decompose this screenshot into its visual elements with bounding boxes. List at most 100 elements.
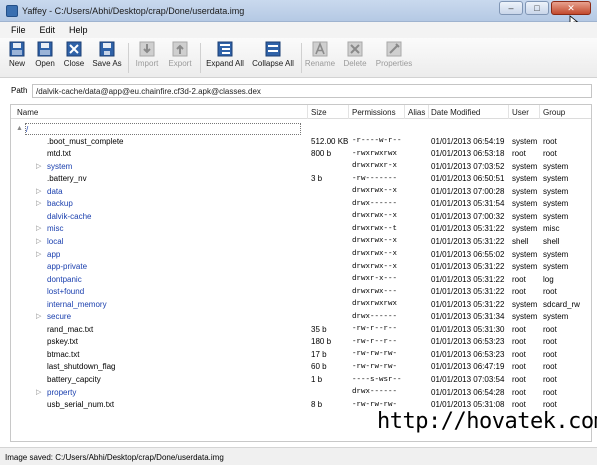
close-button[interactable]: Close: [61, 41, 87, 75]
folder-name[interactable]: data: [47, 186, 63, 198]
size-cell: 8 b: [311, 400, 323, 410]
column-header-group[interactable]: Group: [543, 108, 565, 117]
folder-name[interactable]: property: [47, 387, 76, 399]
expand-arrow-icon[interactable]: ▷: [36, 200, 42, 208]
menu-edit[interactable]: Edit: [34, 22, 62, 38]
collapse-arrow-icon[interactable]: ▲: [16, 125, 23, 133]
table-row[interactable]: dontpanic drwxr-x--- 01/01/2013 05:31:22 ro…: [11, 274, 591, 287]
table-row[interactable]: ▷ app drwxrwx--x 01/01/2013 06:55:02 system s…: [11, 249, 591, 262]
table-row[interactable]: last_shutdown_flag 60 b -rw-rw-rw- 01/01/20…: [11, 361, 591, 374]
folder-name[interactable]: dontpanic: [47, 274, 82, 286]
file-name[interactable]: pskey.txt: [47, 336, 78, 348]
file-name[interactable]: mtd.txt: [47, 148, 71, 160]
date-modified-cell: 01/01/2013 06:53:23: [431, 349, 505, 359]
table-row[interactable]: ▷ property drwx------ 01/01/2013 06:54:28 ro…: [11, 387, 591, 400]
file-name[interactable]: .boot_must_complete: [47, 136, 124, 148]
folder-name[interactable]: local: [47, 236, 63, 248]
table-row[interactable]: ▷ local drwxrwx--x 01/01/2013 05:31:22 shell…: [11, 236, 591, 249]
file-tree-table[interactable]: Name Size Permissions Alias Date Modifie…: [10, 104, 592, 442]
folder-name[interactable]: backup: [47, 198, 73, 210]
table-row[interactable]: ▷ system drwxrwxr-x 01/01/2013 07:03:52 syst…: [11, 161, 591, 174]
open-icon: [37, 41, 53, 57]
import-button[interactable]: Import: [133, 41, 161, 75]
folder-name[interactable]: dalvik-cache: [47, 211, 91, 223]
permissions-cell: -rw-rw-rw-: [352, 350, 398, 359]
table-row[interactable]: .battery_nv 3 b -rw------- 01/01/2013 06:50…: [11, 173, 591, 186]
table-row[interactable]: internal_memory drwxrwxrwx 01/01/2013 05:3…: [11, 299, 591, 312]
user-cell: root: [512, 400, 526, 410]
table-row[interactable]: ▷ secure drwx------ 01/01/2013 05:31:34 syst…: [11, 311, 591, 324]
column-header-date-modified[interactable]: Date Modified: [431, 108, 480, 117]
column-header-user[interactable]: User: [512, 108, 529, 117]
column-separator[interactable]: [428, 105, 429, 119]
table-row[interactable]: app-private drwxrwx--x 01/01/2013 05:31:22…: [11, 261, 591, 274]
file-name[interactable]: rand_mac.txt: [47, 324, 93, 336]
table-row[interactable]: dalvik-cache drwxrwx--x 01/01/2013 07:00:3…: [11, 211, 591, 224]
folder-name[interactable]: /: [25, 123, 301, 135]
folder-name[interactable]: lost+found: [47, 286, 84, 298]
export-button[interactable]: Export: [165, 41, 195, 75]
menu-help[interactable]: Help: [63, 22, 94, 38]
minimize-button[interactable]: –: [499, 1, 523, 15]
permissions-cell: -rw-r--r--: [352, 325, 398, 334]
group-cell: system: [543, 262, 569, 272]
expand-arrow-icon[interactable]: ▷: [36, 238, 42, 246]
permissions-cell: drwxrwx--x: [352, 237, 398, 246]
expand-arrow-icon[interactable]: ▷: [36, 188, 42, 196]
table-row[interactable]: ▷ misc drwxrwx--t 01/01/2013 05:31:22 system…: [11, 223, 591, 236]
table-row[interactable]: ▷ backup drwx------ 01/01/2013 05:31:54 syst…: [11, 198, 591, 211]
column-separator[interactable]: [404, 105, 405, 119]
file-name[interactable]: .battery_nv: [47, 173, 87, 185]
column-separator[interactable]: [307, 105, 308, 119]
delete-button[interactable]: Delete: [340, 41, 370, 75]
menu-file[interactable]: File: [5, 22, 32, 38]
user-cell: root: [512, 287, 526, 297]
file-name[interactable]: last_shutdown_flag: [47, 361, 116, 373]
expand-arrow-icon[interactable]: ▷: [36, 225, 42, 233]
folder-name[interactable]: app: [47, 249, 60, 261]
table-row[interactable]: .boot_must_complete 512.00 KB -r----w-r-- 0…: [11, 136, 591, 149]
close-file-icon: [66, 41, 82, 57]
close-window-button[interactable]: ✕: [551, 1, 591, 15]
table-row[interactable]: ▷ data drwxrwx--x 01/01/2013 07:00:28 system…: [11, 186, 591, 199]
table-row[interactable]: ▲ /: [11, 123, 591, 136]
column-separator[interactable]: [348, 105, 349, 119]
folder-name[interactable]: app-private: [47, 261, 87, 273]
properties-icon: [386, 41, 402, 57]
table-row[interactable]: mtd.txt 800 b -rwxrwxrwx 01/01/2013 06:53:1…: [11, 148, 591, 161]
expand-all-button[interactable]: Expand All: [204, 41, 246, 75]
column-header-size[interactable]: Size: [311, 108, 327, 117]
file-name[interactable]: usb_serial_num.txt: [47, 399, 114, 411]
table-row[interactable]: rand_mac.txt 35 b -rw-r--r-- 01/01/2013 05:…: [11, 324, 591, 337]
folder-name[interactable]: secure: [47, 311, 71, 323]
table-row[interactable]: pskey.txt 180 b -rw-r--r-- 01/01/2013 06:53…: [11, 336, 591, 349]
expand-arrow-icon[interactable]: ▷: [36, 251, 42, 259]
folder-name[interactable]: misc: [47, 223, 63, 235]
column-header-alias[interactable]: Alias: [408, 108, 425, 117]
title-bar[interactable]: Yaffey - C:/Users/Abhi/Desktop/crap/Done…: [0, 0, 597, 27]
folder-name[interactable]: system: [47, 161, 72, 173]
column-header-permissions[interactable]: Permissions: [352, 108, 396, 117]
permissions-cell: drwx------: [352, 388, 398, 397]
column-separator[interactable]: [508, 105, 509, 119]
save-as-button[interactable]: Save As: [90, 41, 124, 75]
maximize-button[interactable]: □: [525, 1, 549, 15]
file-name[interactable]: btmac.txt: [47, 349, 79, 361]
expand-arrow-icon[interactable]: ▷: [36, 389, 42, 397]
collapse-all-button[interactable]: Collapse All: [250, 41, 296, 75]
open-button[interactable]: Open: [32, 41, 58, 75]
column-separator[interactable]: [539, 105, 540, 119]
new-button[interactable]: New: [4, 41, 30, 75]
table-row[interactable]: lost+found drwxrwx--- 01/01/2013 05:31:22 r…: [11, 286, 591, 299]
properties-button[interactable]: Properties: [374, 41, 414, 75]
path-input[interactable]: [32, 84, 592, 98]
file-name[interactable]: battery_capcity: [47, 374, 101, 386]
table-row[interactable]: btmac.txt 17 b -rw-rw-rw- 01/01/2013 06:53:…: [11, 349, 591, 362]
expand-arrow-icon[interactable]: ▷: [36, 313, 42, 321]
user-cell: system: [512, 224, 538, 234]
rename-button[interactable]: Rename: [304, 41, 336, 75]
expand-arrow-icon[interactable]: ▷: [36, 163, 42, 171]
table-row[interactable]: battery_capcity 1 b ----s-wsr-- 01/01/2013 …: [11, 374, 591, 387]
folder-name[interactable]: internal_memory: [47, 299, 107, 311]
column-header-name[interactable]: Name: [17, 108, 38, 117]
